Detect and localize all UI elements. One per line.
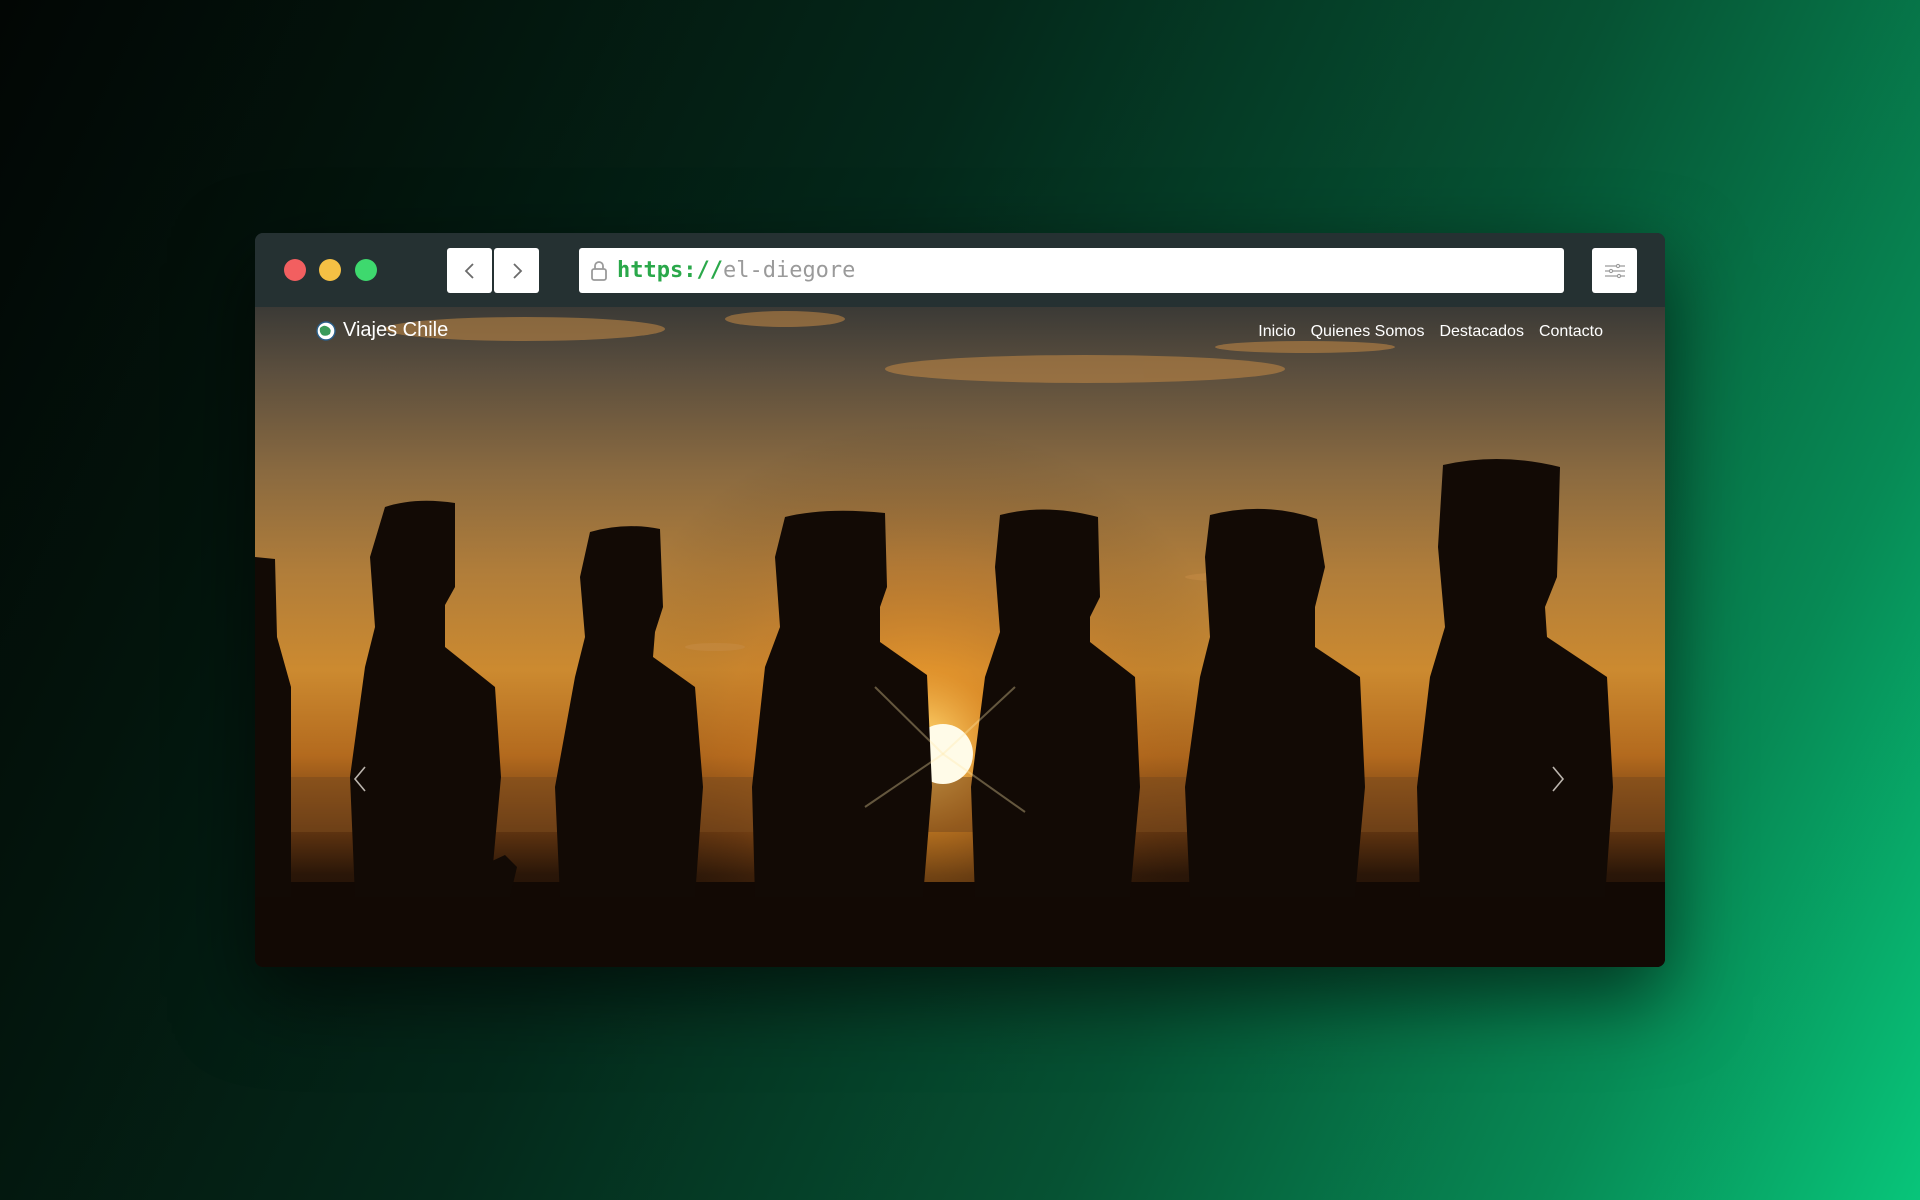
brand-logo-icon [316, 320, 336, 341]
forward-button[interactable] [494, 248, 539, 293]
address-bar[interactable]: https://el-diegore [579, 248, 1564, 293]
site-navbar: Viajes Chile Inicio Quienes Somos Destac… [255, 307, 1665, 357]
brand-name: Viajes Chile [343, 319, 449, 341]
back-button[interactable] [447, 248, 492, 293]
chevron-left-icon [464, 262, 474, 279]
nav-link-quienes-somos[interactable]: Quienes Somos [1311, 323, 1425, 341]
browser-window: https://el-diegore Viajes Chile Inicio Q… [255, 233, 1665, 967]
browser-titlebar: https://el-diegore [255, 233, 1665, 307]
nav-link-contacto[interactable]: Contacto [1539, 323, 1603, 341]
nav-links: Inicio Quienes Somos Destacados Contacto [1258, 323, 1603, 341]
chevron-right-icon [1552, 766, 1565, 792]
url-scheme: https:// [617, 258, 723, 283]
browser-menu-button[interactable] [1592, 248, 1637, 293]
nav-link-inicio[interactable]: Inicio [1258, 323, 1295, 341]
carousel-next-button[interactable] [1538, 759, 1578, 799]
close-window-button[interactable] [284, 259, 306, 281]
minimize-window-button[interactable] [319, 259, 341, 281]
chevron-left-icon [353, 766, 366, 792]
lock-icon [589, 260, 609, 282]
chevron-right-icon [512, 262, 522, 279]
site-brand[interactable]: Viajes Chile [315, 319, 448, 342]
carousel-prev-button[interactable] [340, 759, 380, 799]
nav-link-destacados[interactable]: Destacados [1439, 323, 1524, 341]
page-viewport: Viajes Chile Inicio Quienes Somos Destac… [255, 307, 1665, 967]
maximize-window-button[interactable] [355, 259, 377, 281]
sliders-icon [1604, 263, 1625, 278]
hero-image [255, 307, 1665, 967]
url-host: el-diegore [722, 258, 856, 283]
